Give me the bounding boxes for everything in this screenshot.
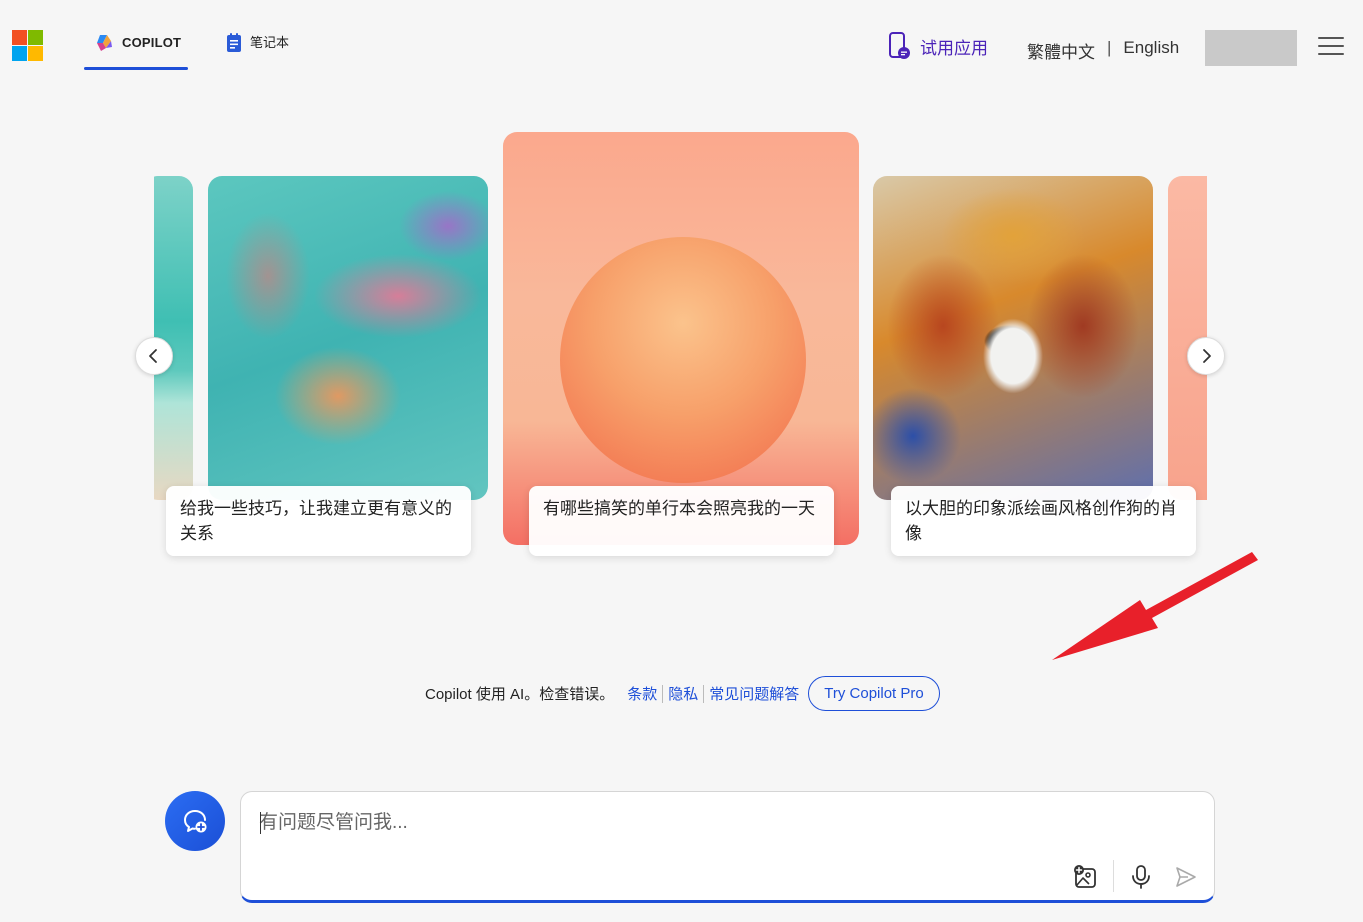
notebook-icon (227, 33, 241, 52)
microphone-icon (1132, 865, 1150, 889)
new-chat-icon (184, 810, 207, 833)
terms-link[interactable]: 条款 (622, 683, 662, 704)
disclaimer-text: Copilot 使用 AI。检查错误。 (425, 686, 615, 703)
try-app-label: 试用应用 (920, 38, 988, 58)
faq-link[interactable]: 常见问题解答 (704, 683, 804, 704)
lang-separator: | (1107, 38, 1112, 57)
text-caret (260, 812, 261, 834)
send-icon (1176, 867, 1196, 887)
prompt-card-caption[interactable]: 以大胆的印象派绘画风格创作狗的肖像 (891, 486, 1196, 556)
tab-notebook-label: 笔记本 (250, 35, 290, 50)
sun-painting[interactable] (503, 132, 859, 545)
add-image-icon (1074, 865, 1096, 888)
new-topic-button[interactable] (165, 791, 225, 851)
microsoft-logo-icon[interactable] (12, 30, 43, 61)
privacy-link[interactable]: 隐私 (663, 683, 703, 704)
chevron-right-icon (1203, 349, 1211, 363)
prompt-card-caption[interactable]: 给我一些技巧，让我建立更有意义的关系 (166, 486, 471, 556)
sun-shape (560, 237, 806, 483)
send-button[interactable] (1171, 862, 1201, 892)
prompt-card-caption[interactable]: 有哪些搞笑的单行本会照亮我的一天 (529, 486, 834, 556)
tab-copilot-label: COPILOT (122, 35, 182, 50)
chevron-left-icon (149, 349, 157, 363)
holding-hands-painting[interactable] (208, 176, 488, 500)
try-copilot-pro-button[interactable]: Try Copilot Pro (808, 676, 940, 711)
top-bar: COPILOT 笔记本 试用应用 繁體中文 | English (0, 0, 1363, 90)
language-switcher: 繁體中文 | English (1027, 38, 1179, 63)
try-app-link[interactable]: 试用应用 (888, 32, 988, 60)
disclaimer-bar: Copilot 使用 AI。检查错误。 条款 隐私 常见问题解答 Try Cop… (425, 676, 940, 711)
copilot-icon (97, 35, 112, 51)
tab-copilot[interactable]: COPILOT (84, 30, 188, 70)
account-area-redacted[interactable] (1205, 30, 1297, 66)
prompt-carousel: 给我一些技巧，让我建立更有意义的关系 有哪些搞笑的单行本会照亮我的一天 以大胆的… (154, 130, 1207, 570)
chat-composer (240, 791, 1215, 903)
toolbar-divider (1113, 860, 1114, 892)
dog-painting[interactable] (873, 176, 1153, 500)
tab-notebook[interactable]: 笔记本 (226, 30, 316, 70)
carousel-next-button[interactable] (1187, 337, 1225, 375)
phone-app-icon (889, 32, 910, 59)
red-annotation-arrow (1052, 552, 1258, 660)
carousel-prev-button[interactable] (135, 337, 173, 375)
chat-input[interactable] (259, 808, 1159, 838)
add-image-button[interactable] (1071, 862, 1101, 892)
microphone-button[interactable] (1126, 862, 1156, 892)
lang-traditional-chinese[interactable]: 繁體中文 (1027, 38, 1095, 63)
hamburger-menu-icon[interactable] (1318, 37, 1344, 57)
lang-english[interactable]: English (1123, 38, 1179, 63)
